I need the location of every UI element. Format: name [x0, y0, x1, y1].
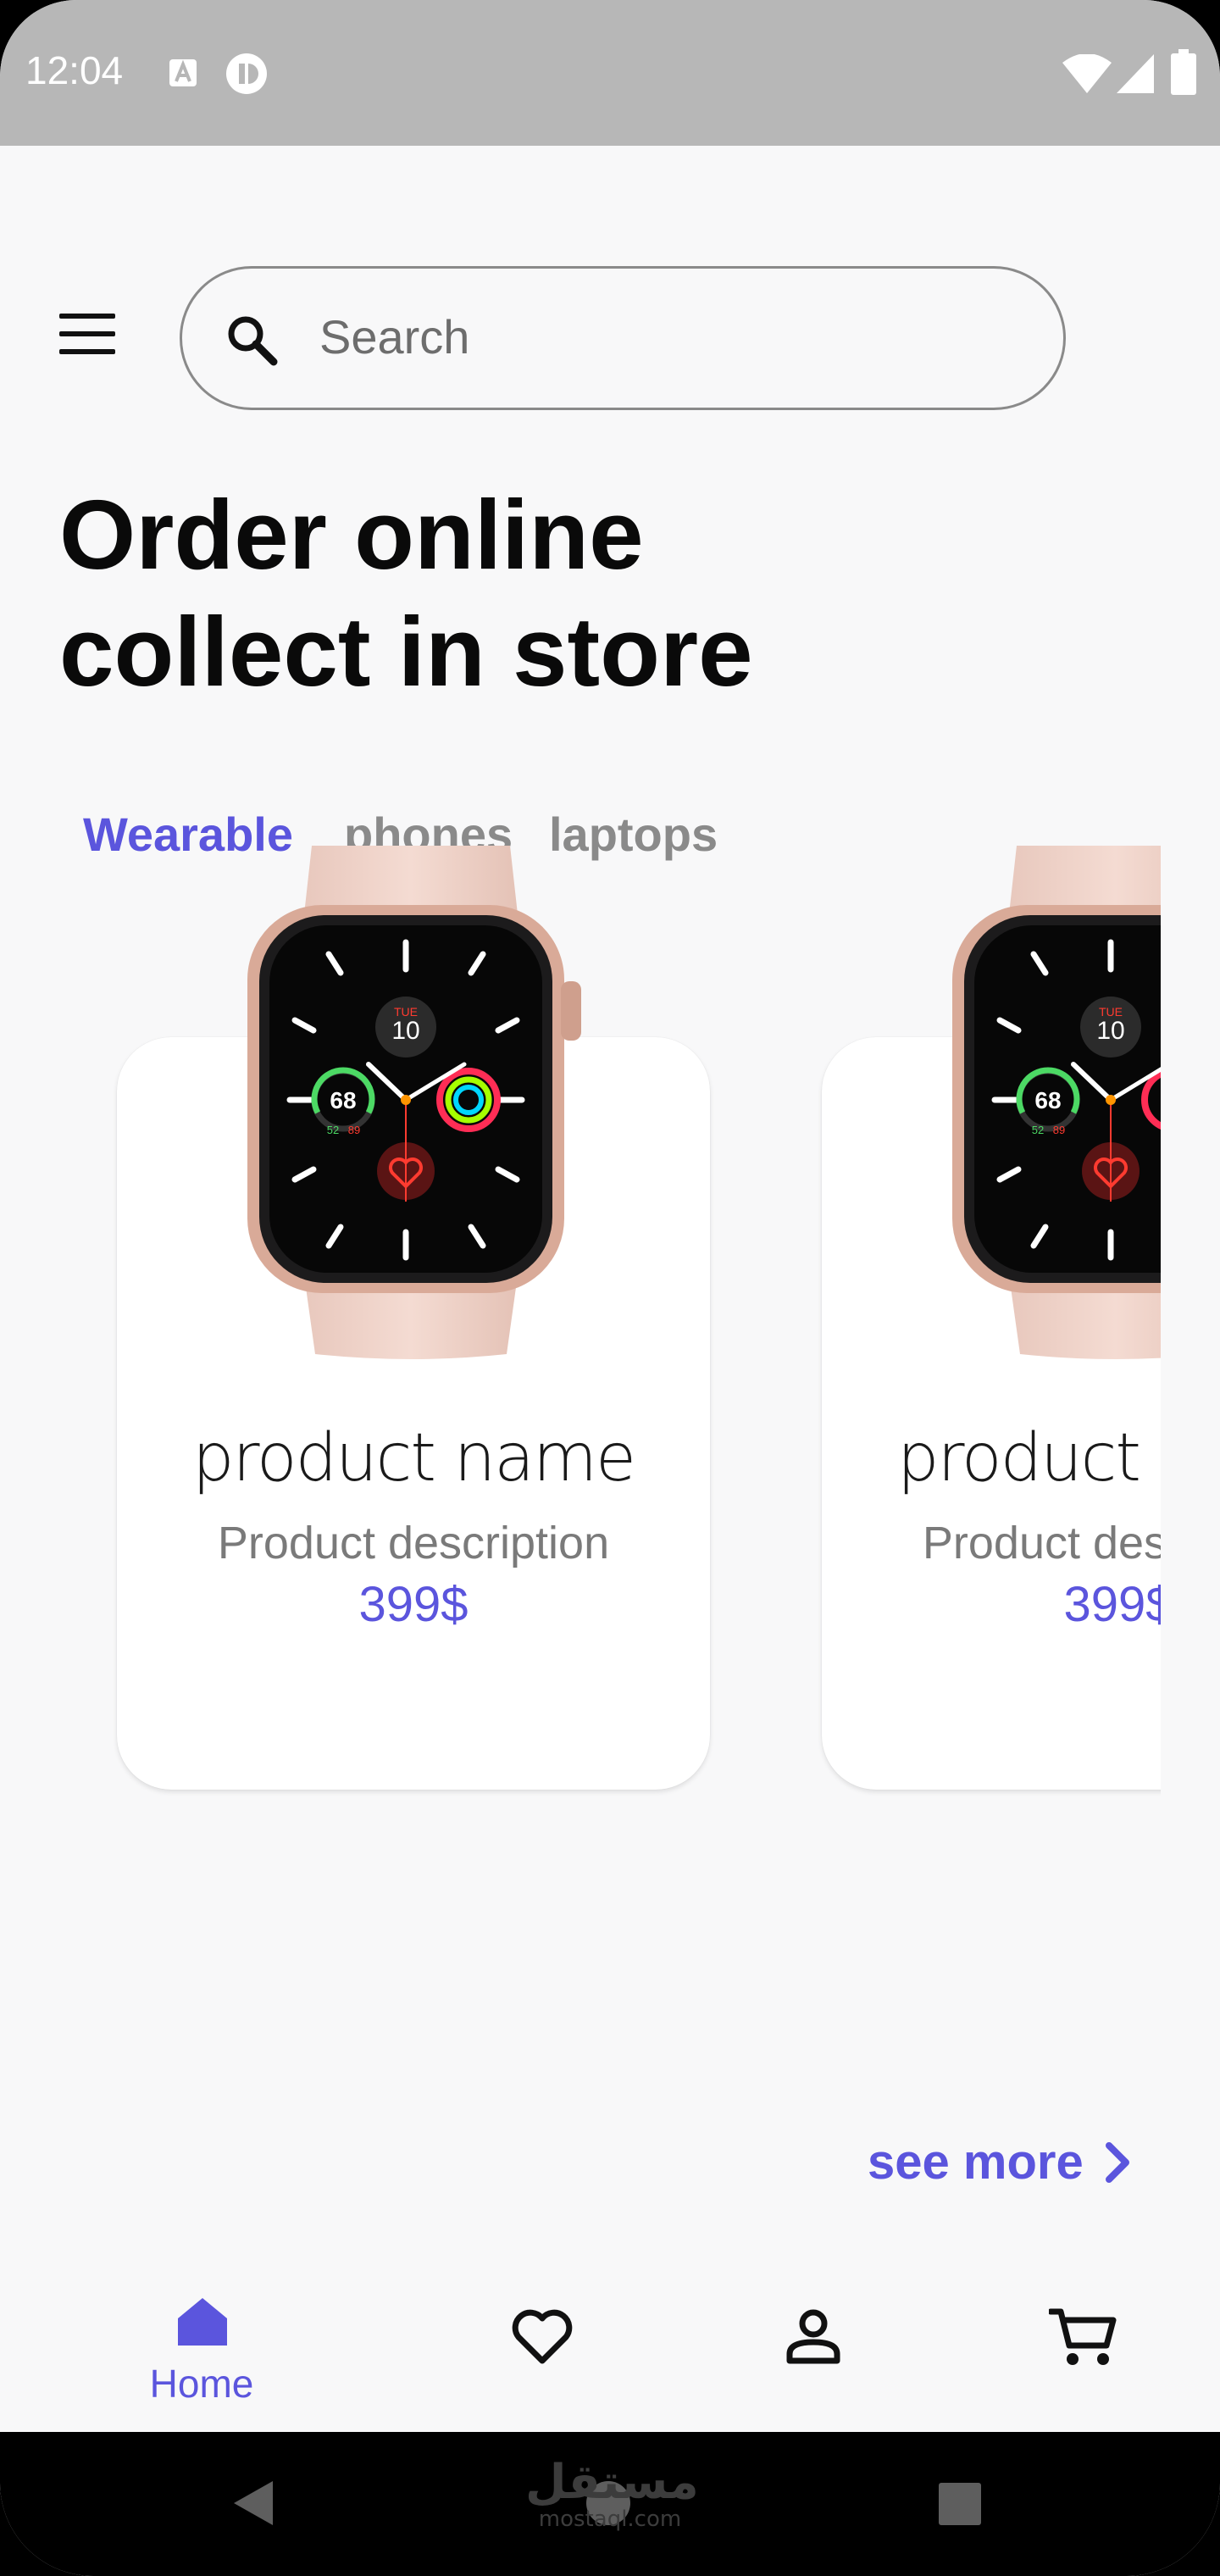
battery-icon — [1171, 49, 1196, 95]
smartwatch-image: TUE 10 68 52 89 — [952, 846, 1161, 1359]
watch-small-b: 89 — [348, 1124, 360, 1136]
watermark-sub: mostaql.com — [538, 2507, 682, 2532]
watch-small-a: 52 — [327, 1124, 339, 1136]
product-card[interactable]: TUE 10 68 52 89 product name Product — [822, 846, 1161, 1790]
watermark-main: مستقل — [525, 2455, 699, 2510]
see-more-label: see more — [868, 2135, 1084, 2190]
nav-profile[interactable] — [729, 2279, 898, 2432]
product-name: product name — [192, 1420, 636, 1496]
back-icon[interactable] — [232, 2479, 274, 2527]
heart-icon — [512, 2309, 573, 2364]
watch-activity-value: 68 — [1034, 1087, 1061, 1113]
see-more-link[interactable]: see more — [868, 2134, 1134, 2190]
product-name: product name — [897, 1420, 1161, 1496]
home-icon — [178, 2298, 227, 2346]
system-navigation-bar: مستقل mostaql.com — [0, 2432, 1220, 2576]
product-description: Product description — [217, 1518, 610, 1568]
watch-small-b: 89 — [1053, 1124, 1065, 1136]
watch-date-num: 10 — [1096, 1017, 1124, 1045]
chevron-right-icon — [1105, 2141, 1129, 2183]
nav-favorites[interactable] — [458, 2279, 627, 2432]
person-icon — [786, 2309, 840, 2364]
watch-date-num: 10 — [391, 1017, 419, 1045]
app-content: Order online collect in store Wearable p… — [0, 146, 1220, 2432]
recents-icon[interactable] — [939, 2483, 981, 2525]
nav-cart[interactable] — [998, 2279, 1167, 2432]
product-price: 399$ — [1063, 1577, 1161, 1632]
nav-home[interactable]: Home — [117, 2279, 286, 2432]
product-carousel[interactable]: TUE 10 68 52 89 product name Product des… — [0, 0, 1161, 1864]
watermark: مستقل mostaql.com — [525, 2457, 699, 2532]
product-description: Product description — [922, 1518, 1161, 1568]
product-price: 399$ — [358, 1577, 469, 1632]
cart-icon — [1049, 2308, 1117, 2365]
smartwatch-image: TUE 10 68 52 89 — [247, 846, 581, 1359]
product-card[interactable]: TUE 10 68 52 89 product name Product des… — [117, 846, 710, 1790]
watch-small-a: 52 — [1032, 1124, 1044, 1136]
nav-home-label: Home — [149, 2362, 254, 2406]
watch-activity-value: 68 — [330, 1087, 356, 1113]
phone-screen: 12:04 Search Order online collect in sto… — [0, 0, 1220, 2576]
bottom-navigation: Home — [0, 2279, 1220, 2432]
